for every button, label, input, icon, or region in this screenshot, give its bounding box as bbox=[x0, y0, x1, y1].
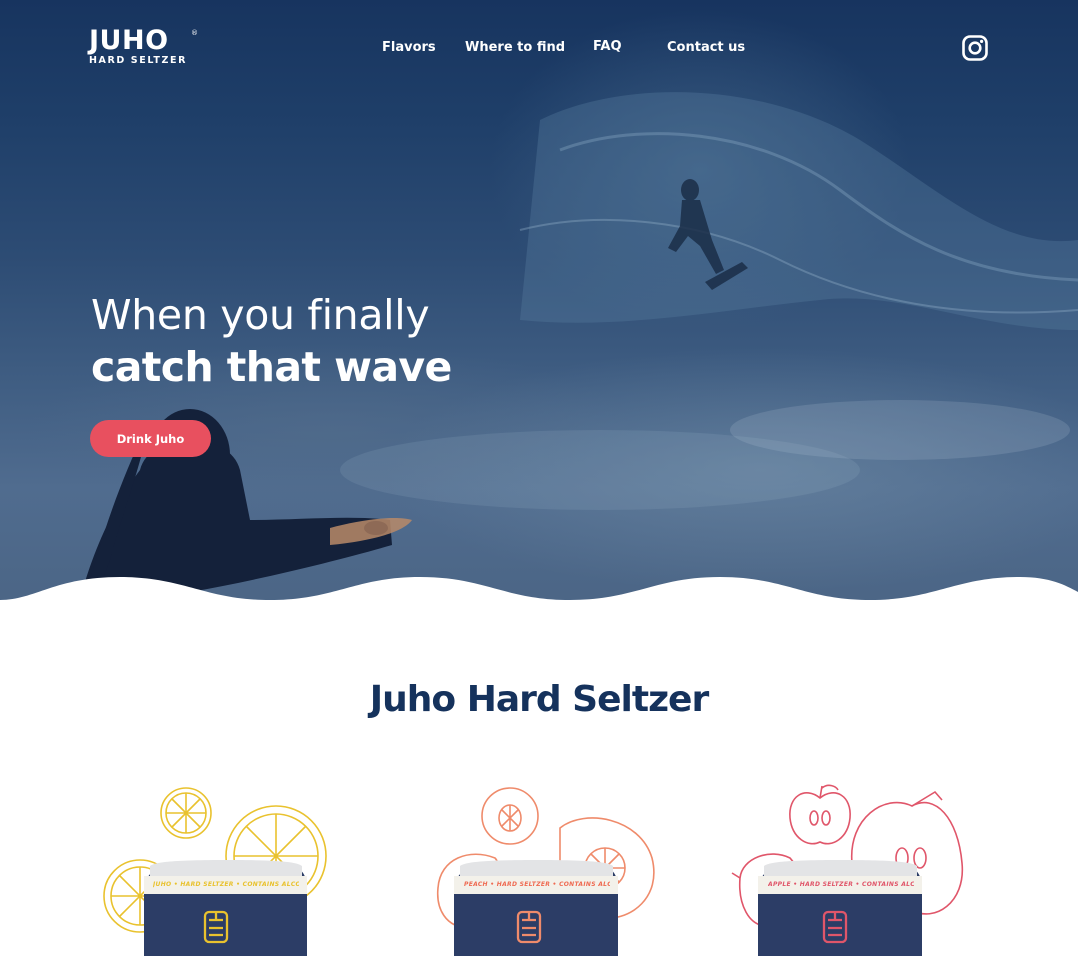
hero-headline-line2: catch that wave bbox=[91, 343, 452, 391]
instagram-icon[interactable] bbox=[962, 35, 988, 61]
section-title: Juho Hard Seltzer bbox=[369, 679, 709, 720]
product-lemon[interactable]: JUHO • HARD SELTZER • CONTAINS ALCOHOL • bbox=[95, 778, 355, 956]
can-label-text: APPLE • HARD SELTZER • CONTAINS ALCOHOL … bbox=[768, 881, 914, 888]
nav-where-to-find[interactable]: Where to find bbox=[465, 39, 565, 57]
drink-juho-button[interactable]: Drink Juho bbox=[90, 420, 211, 457]
hero-section: JUHO ® HARD SELTZER Flavors Where to fin… bbox=[0, 0, 1078, 610]
nav-flavors[interactable]: Flavors bbox=[382, 39, 436, 57]
peach-illustration bbox=[436, 787, 655, 956]
wave-divider bbox=[0, 577, 1078, 612]
registered-mark: ® bbox=[191, 29, 198, 37]
product-apple[interactable]: APPLE • HARD SELTZER • CONTAINS ALCOHOL … bbox=[730, 778, 990, 956]
can-label-text: JUHO • HARD SELTZER • CONTAINS ALCOHOL • bbox=[153, 881, 299, 888]
can-label-text: PEACH • HARD SELTZER • CONTAINS ALCOHOL … bbox=[464, 881, 610, 888]
nav-faq[interactable]: FAQ bbox=[593, 38, 622, 56]
lemon-illustration bbox=[103, 787, 327, 956]
brand-logo[interactable]: JUHO ® HARD SELTZER bbox=[89, 25, 198, 67]
apple-illustration bbox=[731, 784, 964, 956]
logo-wordmark: JUHO bbox=[89, 25, 169, 56]
logo-tagline: HARD SELTZER bbox=[89, 55, 187, 66]
hero-headline-line1: When you finally bbox=[91, 291, 430, 339]
nav-contact-us[interactable]: Contact us bbox=[667, 39, 745, 57]
product-peach[interactable]: PEACH • HARD SELTZER • CONTAINS ALCOHOL … bbox=[410, 778, 670, 956]
